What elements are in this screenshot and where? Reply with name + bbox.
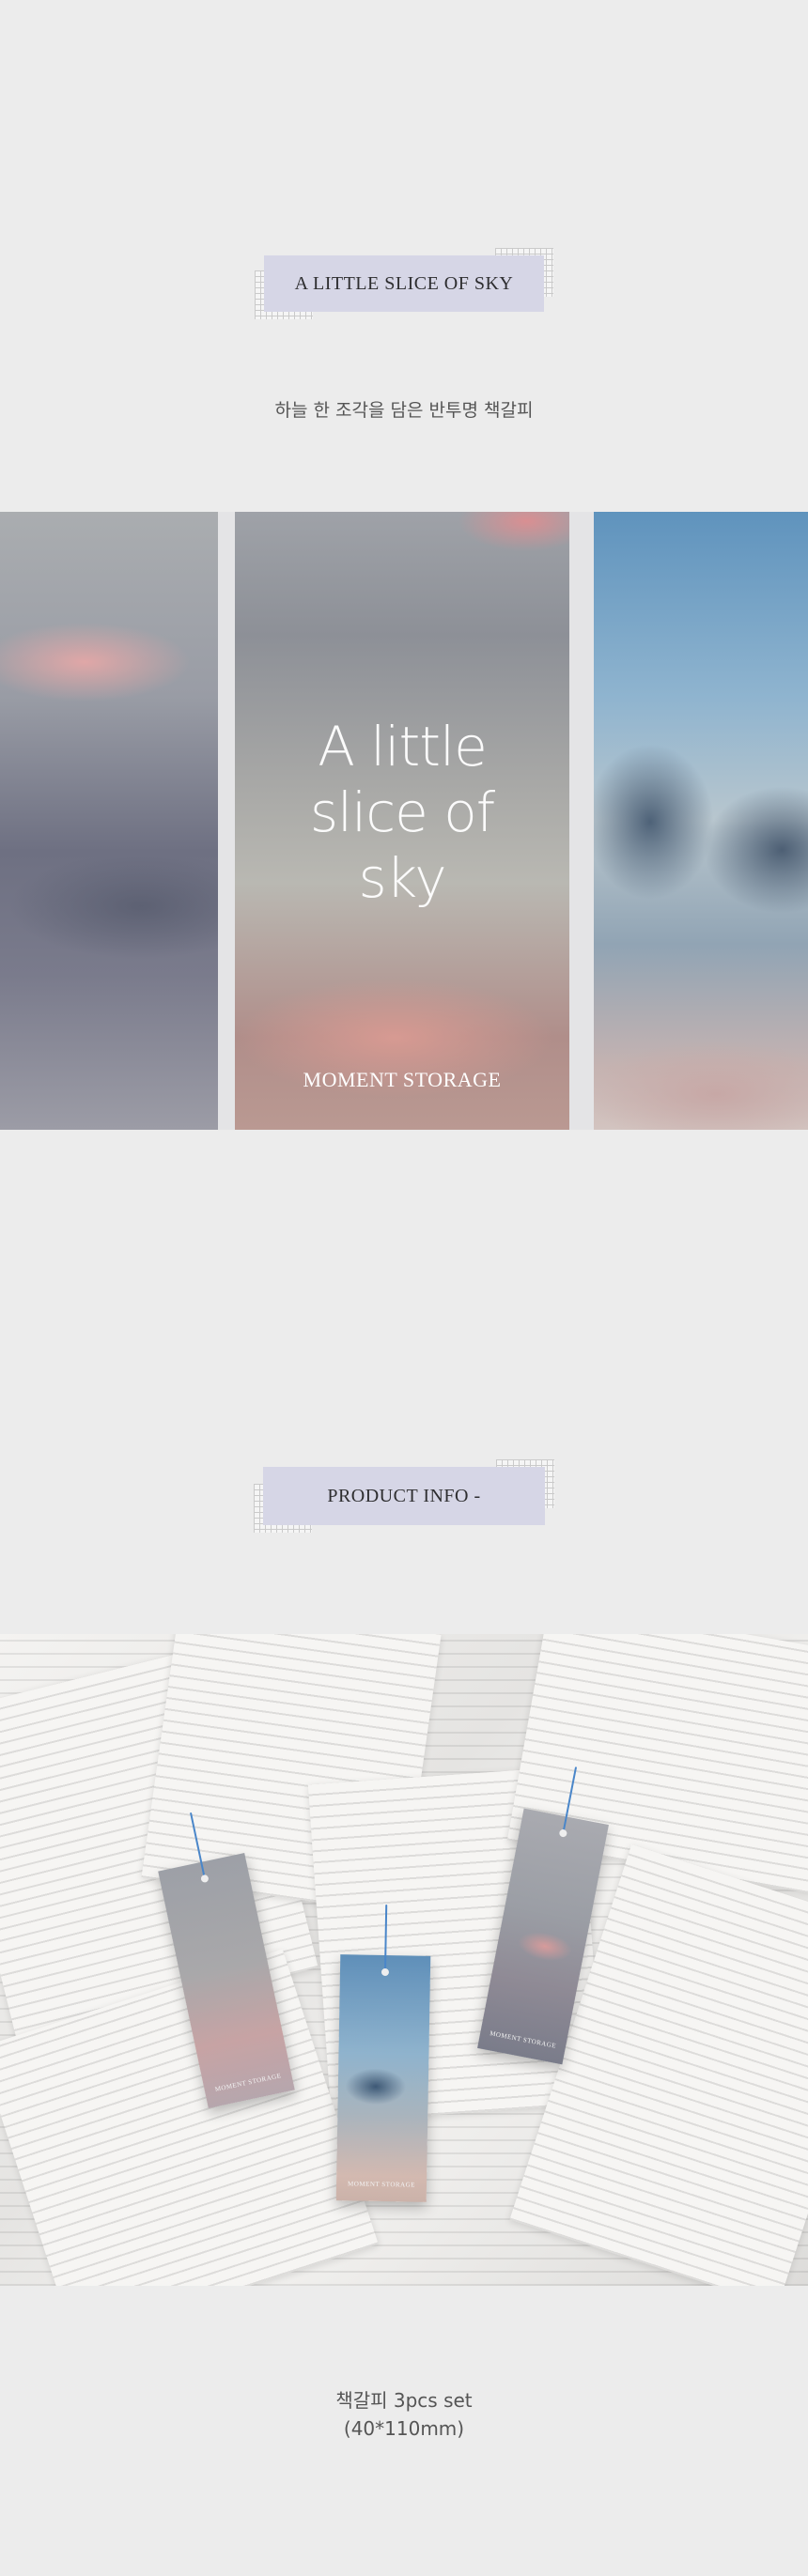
bookmark-sky-right	[594, 512, 808, 1130]
bookmark-label: MOMENT STORAGE	[214, 2072, 283, 2093]
hero-bookmarks-image: A little slice of sky MOMENT STORAGE	[0, 512, 808, 1130]
divider	[569, 512, 594, 1130]
bookmark-product: MOMENT STORAGE	[335, 1905, 431, 2202]
title-tag: A LITTLE SLICE OF SKY	[255, 248, 553, 319]
product-spec: 책갈피 3pcs set (40*110mm)	[0, 2386, 808, 2443]
bookmark-label: MOMENT STORAGE	[348, 2180, 416, 2189]
hero-title-line: A little	[318, 715, 488, 779]
product-info-tag: PRODUCT INFO -	[254, 1459, 554, 1533]
product-spec-size: (40*110mm)	[343, 2417, 465, 2440]
product-photo: MOMENT STORAGE MOMENT STORAGE MOMENT STO…	[0, 1634, 808, 2286]
title-tag-label: A LITTLE SLICE OF SKY	[264, 255, 544, 312]
hero-title-line: slice of	[309, 780, 495, 844]
hero-brand: MOMENT STORAGE	[303, 1068, 502, 1091]
punch-hole	[200, 1874, 210, 1884]
divider	[218, 512, 235, 1130]
punch-hole	[381, 1967, 390, 1977]
bookmark-label: MOMENT STORAGE	[489, 2029, 557, 2050]
bookmark-sky-left	[0, 512, 218, 1130]
hero-title: A little slice of sky	[235, 714, 569, 911]
punch-hole	[558, 1828, 568, 1838]
product-info-tag-label: PRODUCT INFO -	[263, 1467, 545, 1525]
product-spec-set: 책갈피 3pcs set	[335, 2389, 473, 2412]
subtitle: 하늘 한 조각을 담은 반투명 책갈피	[274, 400, 534, 421]
hero-title-line: sky	[358, 846, 446, 910]
